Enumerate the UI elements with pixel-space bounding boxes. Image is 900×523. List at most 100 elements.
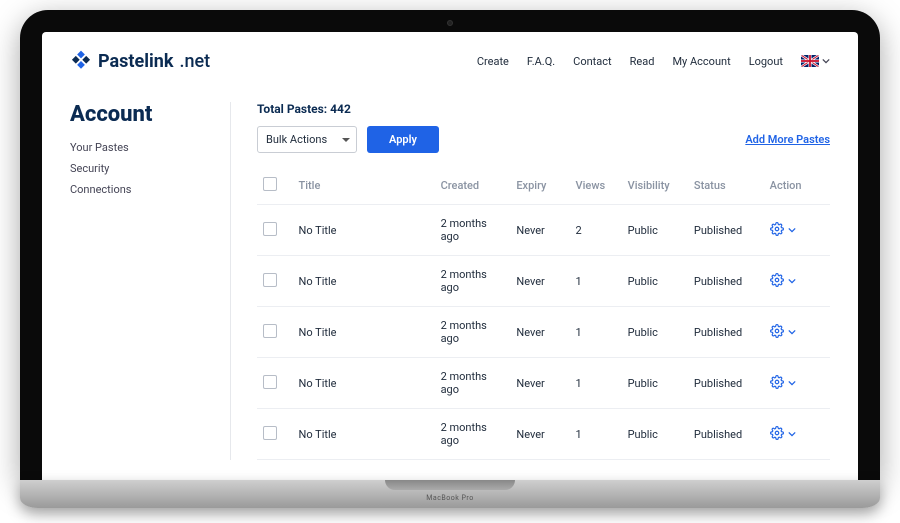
pastes-table: Title Created Expiry Views Visibility St… <box>257 167 830 460</box>
bulk-actions-label: Bulk Actions <box>266 133 327 146</box>
language-selector[interactable] <box>801 55 830 67</box>
nav-contact[interactable]: Contact <box>573 55 611 68</box>
row-action-menu[interactable] <box>770 273 824 290</box>
brand-tld: .net <box>179 51 210 72</box>
cell-expiry: Never <box>510 256 569 307</box>
nav-read[interactable]: Read <box>630 55 655 68</box>
cell-visibility: Public <box>622 358 688 409</box>
cell-created: 2 months ago <box>435 409 511 460</box>
sidebar-item-connections[interactable]: Connections <box>70 183 200 196</box>
cell-created: 2 months ago <box>435 256 511 307</box>
nav-create[interactable]: Create <box>477 55 509 68</box>
cell-views: 1 <box>570 256 622 307</box>
gear-icon <box>770 222 784 239</box>
total-pastes-value: 442 <box>330 102 351 116</box>
sidebar-item-your-pastes[interactable]: Your Pastes <box>70 141 200 154</box>
row-checkbox[interactable] <box>263 222 277 236</box>
cell-views: 2 <box>570 205 622 256</box>
chevron-down-icon <box>788 224 796 237</box>
cell-visibility: Public <box>622 205 688 256</box>
table-row: No Title2 months agoNever1PublicPublishe… <box>257 358 830 409</box>
laptop-notch <box>385 480 515 490</box>
header-views: Views <box>570 167 622 205</box>
row-action-menu[interactable] <box>770 375 824 392</box>
select-all-checkbox[interactable] <box>263 177 277 191</box>
cell-status: Published <box>688 307 764 358</box>
brand-name: Pastelink <box>98 51 173 72</box>
brand-logo[interactable]: Pastelink .net <box>70 50 210 72</box>
cell-title[interactable]: No Title <box>293 256 435 307</box>
nav-faq[interactable]: F.A.Q. <box>527 55 555 68</box>
row-checkbox[interactable] <box>263 273 277 287</box>
cell-created: 2 months ago <box>435 307 511 358</box>
apply-button[interactable]: Apply <box>367 126 439 153</box>
header-status: Status <box>688 167 764 205</box>
bulk-actions-select[interactable]: Bulk Actions <box>257 126 357 153</box>
cell-status: Published <box>688 256 764 307</box>
screen: Pastelink .net Create F.A.Q. Contact Read… <box>42 32 858 480</box>
laptop-base: MacBook Pro <box>20 480 880 508</box>
gear-icon <box>770 324 784 341</box>
chevron-down-icon <box>788 428 796 441</box>
summary-row: Total Pastes: 442 <box>257 102 830 116</box>
row-action-menu[interactable] <box>770 426 824 443</box>
total-pastes-label: Total Pastes: <box>257 102 327 116</box>
cell-expiry: Never <box>510 307 569 358</box>
gear-icon <box>770 426 784 443</box>
gear-icon <box>770 273 784 290</box>
row-checkbox[interactable] <box>263 426 277 440</box>
cell-status: Published <box>688 205 764 256</box>
cell-status: Published <box>688 409 764 460</box>
page: Pastelink .net Create F.A.Q. Contact Read… <box>42 32 858 460</box>
cell-expiry: Never <box>510 205 569 256</box>
cell-visibility: Public <box>622 409 688 460</box>
cell-created: 2 months ago <box>435 358 511 409</box>
table-row: No Title2 months agoNever1PublicPublishe… <box>257 256 830 307</box>
row-action-menu[interactable] <box>770 222 824 239</box>
camera-icon <box>447 20 453 26</box>
nav-my-account[interactable]: My Account <box>672 55 730 68</box>
row-checkbox[interactable] <box>263 375 277 389</box>
row-action-menu[interactable] <box>770 324 824 341</box>
laptop-bezel: Pastelink .net Create F.A.Q. Contact Read… <box>20 10 880 480</box>
cell-views: 1 <box>570 307 622 358</box>
chevron-down-icon <box>788 326 796 339</box>
table-row: No Title2 months agoNever1PublicPublishe… <box>257 409 830 460</box>
header-visibility: Visibility <box>622 167 688 205</box>
device-model: MacBook Pro <box>426 494 473 502</box>
laptop-frame: Pastelink .net Create F.A.Q. Contact Read… <box>20 10 880 508</box>
chevron-down-icon <box>788 377 796 390</box>
cell-title[interactable]: No Title <box>293 205 435 256</box>
toolbar: Bulk Actions Apply Add More Pastes <box>257 126 830 153</box>
header-created: Created <box>435 167 511 205</box>
add-more-pastes-link[interactable]: Add More Pastes <box>745 133 830 146</box>
cell-visibility: Public <box>622 307 688 358</box>
sidebar: Account Your Pastes Security Connections <box>70 102 200 460</box>
main-panel: Total Pastes: 442 Bulk Actions Apply Add… <box>230 102 830 460</box>
header-expiry: Expiry <box>510 167 569 205</box>
cell-title[interactable]: No Title <box>293 307 435 358</box>
page-title: Account <box>70 102 200 127</box>
top-bar: Pastelink .net Create F.A.Q. Contact Read… <box>70 46 830 84</box>
table-row: No Title2 months agoNever2PublicPublishe… <box>257 205 830 256</box>
table-row: No Title2 months agoNever1PublicPublishe… <box>257 307 830 358</box>
chevron-down-icon <box>788 275 796 288</box>
row-checkbox[interactable] <box>263 324 277 338</box>
main-nav: Create F.A.Q. Contact Read My Account Lo… <box>477 55 830 68</box>
brand-mark-icon <box>70 50 92 72</box>
cell-views: 1 <box>570 409 622 460</box>
cell-title[interactable]: No Title <box>293 409 435 460</box>
chevron-down-icon <box>822 57 830 65</box>
nav-logout[interactable]: Logout <box>749 55 783 68</box>
content-body: Account Your Pastes Security Connections… <box>70 102 830 460</box>
total-pastes: Total Pastes: 442 <box>257 102 351 116</box>
gear-icon <box>770 375 784 392</box>
cell-views: 1 <box>570 358 622 409</box>
header-checkbox <box>257 167 293 205</box>
cell-title[interactable]: No Title <box>293 358 435 409</box>
table-header-row: Title Created Expiry Views Visibility St… <box>257 167 830 205</box>
header-action: Action <box>764 167 830 205</box>
sidebar-item-security[interactable]: Security <box>70 162 200 175</box>
uk-flag-icon <box>801 55 819 67</box>
header-title: Title <box>293 167 435 205</box>
